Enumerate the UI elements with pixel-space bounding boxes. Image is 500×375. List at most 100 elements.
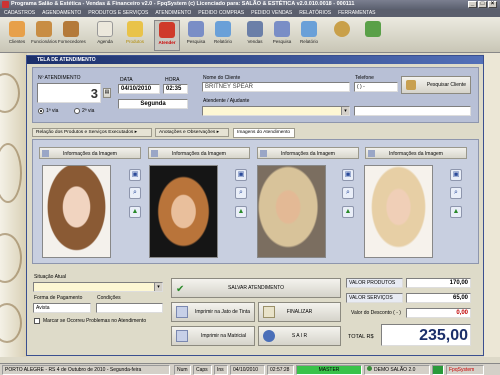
image-info-button-2[interactable]: Informações da Imagem xyxy=(148,147,250,159)
toolbar-label: Agenda xyxy=(97,39,113,44)
desconto-label: Valor do Desconto ( - ) xyxy=(351,310,401,316)
status-location: PORTO ALEGRE - RS 4 de Outubro de 2010 -… xyxy=(2,365,170,375)
tab-produtos-servicos[interactable]: Relação dos Produtos e Serviços Executad… xyxy=(32,128,152,137)
desconto-field[interactable]: 0,00 xyxy=(406,308,471,318)
zoom-icon[interactable]: ⌕ xyxy=(235,187,247,199)
menu-agendamento[interactable]: AGENDAMENTO xyxy=(42,10,81,16)
toolbar-vendas-button[interactable]: Vendas xyxy=(242,20,268,51)
window-title: Programa Salão & Estética - Vendas & Fin… xyxy=(11,1,355,7)
situacao-label: Situação Atual xyxy=(34,274,66,280)
toolbar-produtos-button[interactable]: Produtos xyxy=(122,20,148,51)
tab-label: Anotações e Observações xyxy=(159,130,216,135)
atendimento-detail-button[interactable]: ▤ xyxy=(103,88,111,98)
pagamento-label: Forma de Pagamento xyxy=(34,295,83,301)
background-decoration-right xyxy=(484,53,500,357)
imprimir-jato-button[interactable]: Imprimir na Jato de Tinta xyxy=(171,302,255,322)
atendente-label: Atendente / Ajudante xyxy=(203,98,250,104)
pesquisar-cliente-button[interactable]: Pesquisar Cliente xyxy=(401,76,471,94)
menu-pedido-vendas[interactable]: PEDIDO VENDAS xyxy=(251,10,292,16)
menu-bar: CADASTROS AGENDAMENTO PRODUTOS E SERVIÇOS A… xyxy=(0,9,500,17)
hora-label: HORA xyxy=(165,77,180,83)
toolbar-label: Pesquisa xyxy=(186,39,206,44)
situacao-select[interactable]: ▾ xyxy=(33,282,163,292)
image-info-icon xyxy=(151,150,158,157)
finalizar-button[interactable]: FINALIZAR xyxy=(258,302,341,322)
arrow-up-icon[interactable]: ▲ xyxy=(450,206,462,218)
sair-button[interactable]: S A I R xyxy=(258,326,341,346)
zoom-icon[interactable]: ⌕ xyxy=(342,187,354,199)
problemas-label: Marcar se Ocorreu Problemas no Atendimen… xyxy=(43,318,147,324)
toolbar-funcionarios-button[interactable]: Funcionários xyxy=(31,20,57,51)
image-info-button-3[interactable]: Informações da Imagem xyxy=(257,147,359,159)
toolbar-fornecedores-button[interactable]: Fornecedores xyxy=(58,20,86,51)
finalize-icon xyxy=(263,306,275,318)
imprimir-matricial-button[interactable]: Imprimir na Matricial xyxy=(171,326,255,346)
photo-2 xyxy=(149,165,218,258)
data-field[interactable]: 04/10/2010 xyxy=(118,84,160,94)
atendente-extra-field[interactable] xyxy=(354,106,471,116)
valor-servicos-field: 65,00 xyxy=(406,293,471,303)
menu-pedido-compras[interactable]: PEDIDO COMPRAS xyxy=(198,10,244,16)
menu-relatorios[interactable]: RELATÓRIOS xyxy=(299,10,331,16)
toolbar-relatorio-vendas-button[interactable]: Relatório xyxy=(296,20,322,51)
arrow-up-icon[interactable]: ▲ xyxy=(235,206,247,218)
toolbar-exit-button[interactable] xyxy=(360,20,386,51)
atendimento-window: TELA DE ATENDIMENTO Nº ATENDIMENTO 3 ▤ D… xyxy=(26,55,484,356)
status-time: 02:57:28 xyxy=(267,365,294,375)
add-image-icon[interactable]: ▣ xyxy=(450,169,462,181)
menu-ferramentas[interactable]: FERRAMENTAS xyxy=(338,10,375,16)
pagamento-select[interactable]: Avista xyxy=(33,303,91,313)
toolbar-settings-button[interactable] xyxy=(329,20,355,51)
products-icon xyxy=(127,21,143,37)
toolbar-pesquisa-button[interactable]: Pesquisa xyxy=(183,20,209,51)
image-info-button-4[interactable]: Informações da Imagem xyxy=(365,147,467,159)
exit-icon xyxy=(263,330,275,342)
toolbar-relatorio-button[interactable]: Relatório xyxy=(210,20,236,51)
toolbar-pesquisa-vendas-button[interactable]: Pesquisa xyxy=(269,20,295,51)
search-icon xyxy=(188,21,204,37)
add-image-icon[interactable]: ▣ xyxy=(235,169,247,181)
tab-imagens[interactable]: Imagens do Atendimento xyxy=(233,128,295,138)
telefone-field[interactable]: ( ) - xyxy=(354,82,398,92)
cliente-field[interactable]: BRITNEY SPEAR xyxy=(202,82,350,92)
arrow-up-icon[interactable]: ▲ xyxy=(342,206,354,218)
close-button[interactable]: × xyxy=(488,1,497,8)
image-info-button-1[interactable]: Informações da Imagem xyxy=(39,147,141,159)
total-label: TOTAL R$ xyxy=(348,334,374,340)
add-image-icon[interactable]: ▣ xyxy=(129,169,141,181)
valor-produtos-label: VALOR PRODUTOS xyxy=(346,278,403,288)
image-info-icon xyxy=(260,150,267,157)
report-icon xyxy=(301,21,317,37)
add-image-icon[interactable]: ▣ xyxy=(342,169,354,181)
chevron-down-icon[interactable]: ▾ xyxy=(154,283,162,291)
toolbar-atender-button[interactable]: Atender xyxy=(154,20,180,51)
atendente-select[interactable]: ▾ xyxy=(202,106,350,116)
arrow-up-icon[interactable]: ▲ xyxy=(129,206,141,218)
status-indicator xyxy=(432,365,444,375)
toolbar-agenda-button[interactable]: Agenda xyxy=(92,20,118,51)
condicoes-field[interactable] xyxy=(96,303,163,313)
problemas-checkbox[interactable] xyxy=(34,318,40,324)
zoom-icon[interactable]: ⌕ xyxy=(129,187,141,199)
via2-radio[interactable] xyxy=(74,108,80,114)
chevron-down-icon[interactable]: ▾ xyxy=(341,107,349,115)
tab-label: Imagens do Atendimento xyxy=(237,130,291,135)
via1-radio[interactable] xyxy=(38,108,44,114)
toolbar-clientes-button[interactable]: Clientes xyxy=(4,20,30,51)
toolbar-label: Produtos xyxy=(125,39,144,44)
status-bar: PORTO ALEGRE - RS 4 de Outubro de 2010 -… xyxy=(0,363,500,375)
hora-field[interactable]: 02:35 xyxy=(163,84,188,94)
menu-produtos-servicos[interactable]: PRODUTOS E SERVIÇOS xyxy=(88,10,148,16)
minimize-button[interactable]: _ xyxy=(468,1,477,8)
toolbar-label: Relatório xyxy=(213,39,232,44)
zoom-icon[interactable]: ⌕ xyxy=(450,187,462,199)
via1-label: 1ª via xyxy=(46,108,59,114)
total-field: 235,00 xyxy=(381,324,471,346)
salvar-atendimento-button[interactable]: ✔ SALVAR ATENDIMENTO xyxy=(171,278,341,298)
menu-cadastros[interactable]: CADASTROS xyxy=(4,10,35,16)
printer-icon xyxy=(176,330,188,342)
tab-anotacoes[interactable]: Anotações e Observações ▸ xyxy=(155,128,229,137)
maximize-button[interactable]: □ xyxy=(478,1,487,8)
menu-atendimento[interactable]: ATENDIMENTO xyxy=(155,10,191,16)
valor-produtos-field: 170,00 xyxy=(406,278,471,288)
